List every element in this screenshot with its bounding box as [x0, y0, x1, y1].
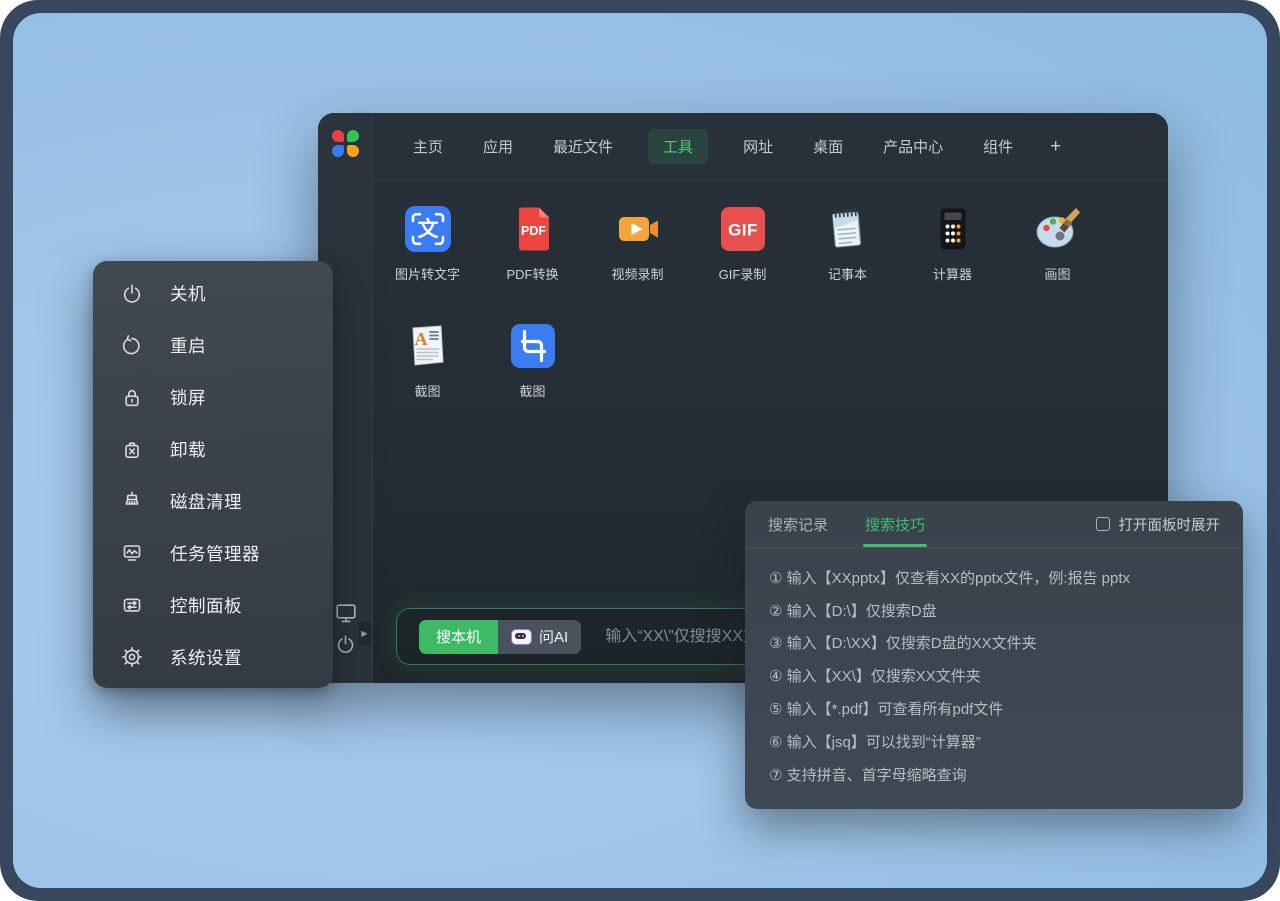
tab-desktop[interactable]: 桌面 — [808, 129, 848, 164]
tab-product-center[interactable]: 产品中心 — [878, 129, 948, 164]
tool-paint[interactable]: 画图 — [1005, 205, 1110, 283]
tab-search-tips[interactable]: 搜索技巧 — [865, 501, 925, 547]
tool-screenshot-crop[interactable]: 截图 — [480, 322, 585, 400]
calculator-icon — [929, 205, 977, 253]
tip-item-3: ③ 输入【D:\XX】仅搜索D盘的XX文件夹 — [769, 627, 1219, 660]
tip-item-6: ⑥ 输入【jsq】可以找到“计算器” — [769, 725, 1219, 758]
tips-list: ① 输入【XXpptx】仅查看XX的pptx文件，例:报告 pptx ② 输入【… — [745, 548, 1243, 791]
tool-grid-row-2: A 截图 — [375, 322, 585, 400]
svg-text:A: A — [414, 329, 427, 349]
power-icon — [120, 282, 144, 306]
tool-label: 视频录制 — [611, 264, 663, 283]
notepad-icon — [824, 205, 872, 253]
power-icon[interactable] — [332, 631, 359, 658]
menu-item-control-panel[interactable]: 控制面板 — [93, 579, 333, 631]
expand-checkbox-label: 打开面板时展开 — [1119, 514, 1221, 535]
tab-apps[interactable]: 应用 — [478, 129, 518, 164]
tool-label: GIF录制 — [719, 264, 767, 283]
tab-search-history[interactable]: 搜索记录 — [768, 501, 828, 547]
menu-item-system-settings[interactable]: 系统设置 — [93, 631, 333, 683]
ask-ai-label: 问AI — [539, 626, 568, 647]
desktop-background: ▶ 主页 应用 最近文件 工具 网址 桌 — [13, 13, 1267, 888]
search-local-button[interactable]: 搜本机 — [419, 620, 498, 654]
search-tips-panel: 搜索记录 搜索技巧 打开面板时展开 ① 输入【XXpptx】仅查看XX的pptx… — [745, 501, 1243, 809]
tool-label: PDF转换 — [506, 264, 558, 283]
paint-palette-icon — [1034, 205, 1082, 253]
menu-item-label: 系统设置 — [170, 645, 242, 670]
tip-item-7: ⑦ 支持拼音、首字母缩略查询 — [769, 758, 1219, 791]
menu-item-task-manager[interactable]: 任务管理器 — [93, 527, 333, 579]
restart-icon — [120, 334, 144, 358]
ai-robot-icon — [511, 629, 532, 645]
expand-checkbox[interactable] — [1096, 517, 1110, 531]
screen: ▶ 主页 应用 最近文件 工具 网址 桌 — [0, 0, 1280, 901]
tab-bar: 主页 应用 最近文件 工具 网址 桌面 产品中心 组件 + — [373, 113, 1168, 181]
tip-item-1: ① 输入【XXpptx】仅查看XX的pptx文件，例:报告 pptx — [769, 561, 1219, 594]
tool-screenshot-doc[interactable]: A 截图 — [375, 322, 480, 400]
wordpad-document-icon: A — [404, 322, 452, 370]
expand-on-open-option[interactable]: 打开面板时展开 — [1096, 501, 1221, 547]
menu-item-label: 任务管理器 — [170, 541, 260, 566]
power-context-menu: 关机 重启 锁屏 — [93, 261, 333, 688]
svg-text:文: 文 — [417, 217, 439, 241]
tip-item-4: ④ 输入【XX\】仅搜索XX文件夹 — [769, 659, 1219, 692]
expand-arrow-button[interactable]: ▶ — [358, 621, 371, 646]
settings-gear-icon — [120, 645, 144, 669]
menu-item-label: 磁盘清理 — [170, 489, 242, 514]
add-tab-button[interactable]: + — [1048, 132, 1063, 162]
tip-item-2: ② 输入【D:\】仅搜索D盘 — [769, 594, 1219, 627]
app-logo-icon — [332, 130, 359, 157]
control-panel-icon — [120, 593, 144, 617]
pdf-file-icon: PDF — [509, 205, 557, 253]
menu-item-restart[interactable]: 重启 — [93, 320, 333, 372]
menu-item-label: 卸载 — [170, 437, 206, 462]
tool-label: 图片转文字 — [395, 264, 460, 283]
svg-text:GIF: GIF — [728, 221, 758, 240]
menu-item-label: 锁屏 — [170, 385, 206, 410]
monitor-icon[interactable] — [332, 599, 359, 626]
tool-grid-row-1: 文 图片转文字 PDF — [375, 205, 1110, 283]
task-manager-icon — [120, 541, 144, 565]
tab-home[interactable]: 主页 — [408, 129, 448, 164]
disk-cleanup-icon — [120, 489, 144, 513]
menu-item-uninstall[interactable]: 卸载 — [93, 424, 333, 476]
tab-recent-files[interactable]: 最近文件 — [548, 129, 618, 164]
menu-item-lock-screen[interactable]: 锁屏 — [93, 372, 333, 424]
tab-components[interactable]: 组件 — [978, 129, 1018, 164]
tool-label: 记事本 — [828, 264, 867, 283]
tab-urls[interactable]: 网址 — [738, 129, 778, 164]
tool-gif-record[interactable]: GIF GIF录制 — [690, 205, 795, 283]
menu-item-label: 重启 — [170, 333, 206, 358]
video-camera-icon — [614, 205, 662, 253]
tool-label: 画图 — [1044, 264, 1070, 283]
menu-item-disk-cleanup[interactable]: 磁盘清理 — [93, 476, 333, 528]
tool-notepad[interactable]: 记事本 — [795, 205, 900, 283]
menu-item-label: 控制面板 — [170, 593, 242, 618]
menu-item-shutdown[interactable]: 关机 — [93, 268, 333, 320]
tool-label: 截图 — [414, 381, 440, 400]
uninstall-icon — [120, 438, 144, 462]
svg-text:PDF: PDF — [521, 224, 546, 238]
tips-panel-header: 搜索记录 搜索技巧 打开面板时展开 — [745, 501, 1243, 548]
menu-item-label: 关机 — [170, 281, 206, 306]
tool-calculator[interactable]: 计算器 — [900, 205, 1005, 283]
screen-frame: ▶ 主页 应用 最近文件 工具 网址 桌 — [0, 0, 1280, 901]
tab-tools[interactable]: 工具 — [648, 129, 708, 164]
ocr-scan-icon: 文 — [404, 205, 452, 253]
ask-ai-button[interactable]: 问AI — [498, 620, 581, 654]
tool-image-to-text[interactable]: 文 图片转文字 — [375, 205, 480, 283]
search-mode-switch: 搜本机 问AI — [419, 620, 581, 654]
lock-icon — [120, 386, 144, 410]
tool-label: 计算器 — [933, 264, 972, 283]
tool-video-record[interactable]: 视频录制 — [585, 205, 690, 283]
crop-icon — [509, 322, 557, 370]
tool-pdf-convert[interactable]: PDF PDF转换 — [480, 205, 585, 283]
gif-icon: GIF — [719, 205, 767, 253]
tip-item-5: ⑤ 输入【*.pdf】可查看所有pdf文件 — [769, 692, 1219, 725]
tool-label: 截图 — [519, 381, 545, 400]
